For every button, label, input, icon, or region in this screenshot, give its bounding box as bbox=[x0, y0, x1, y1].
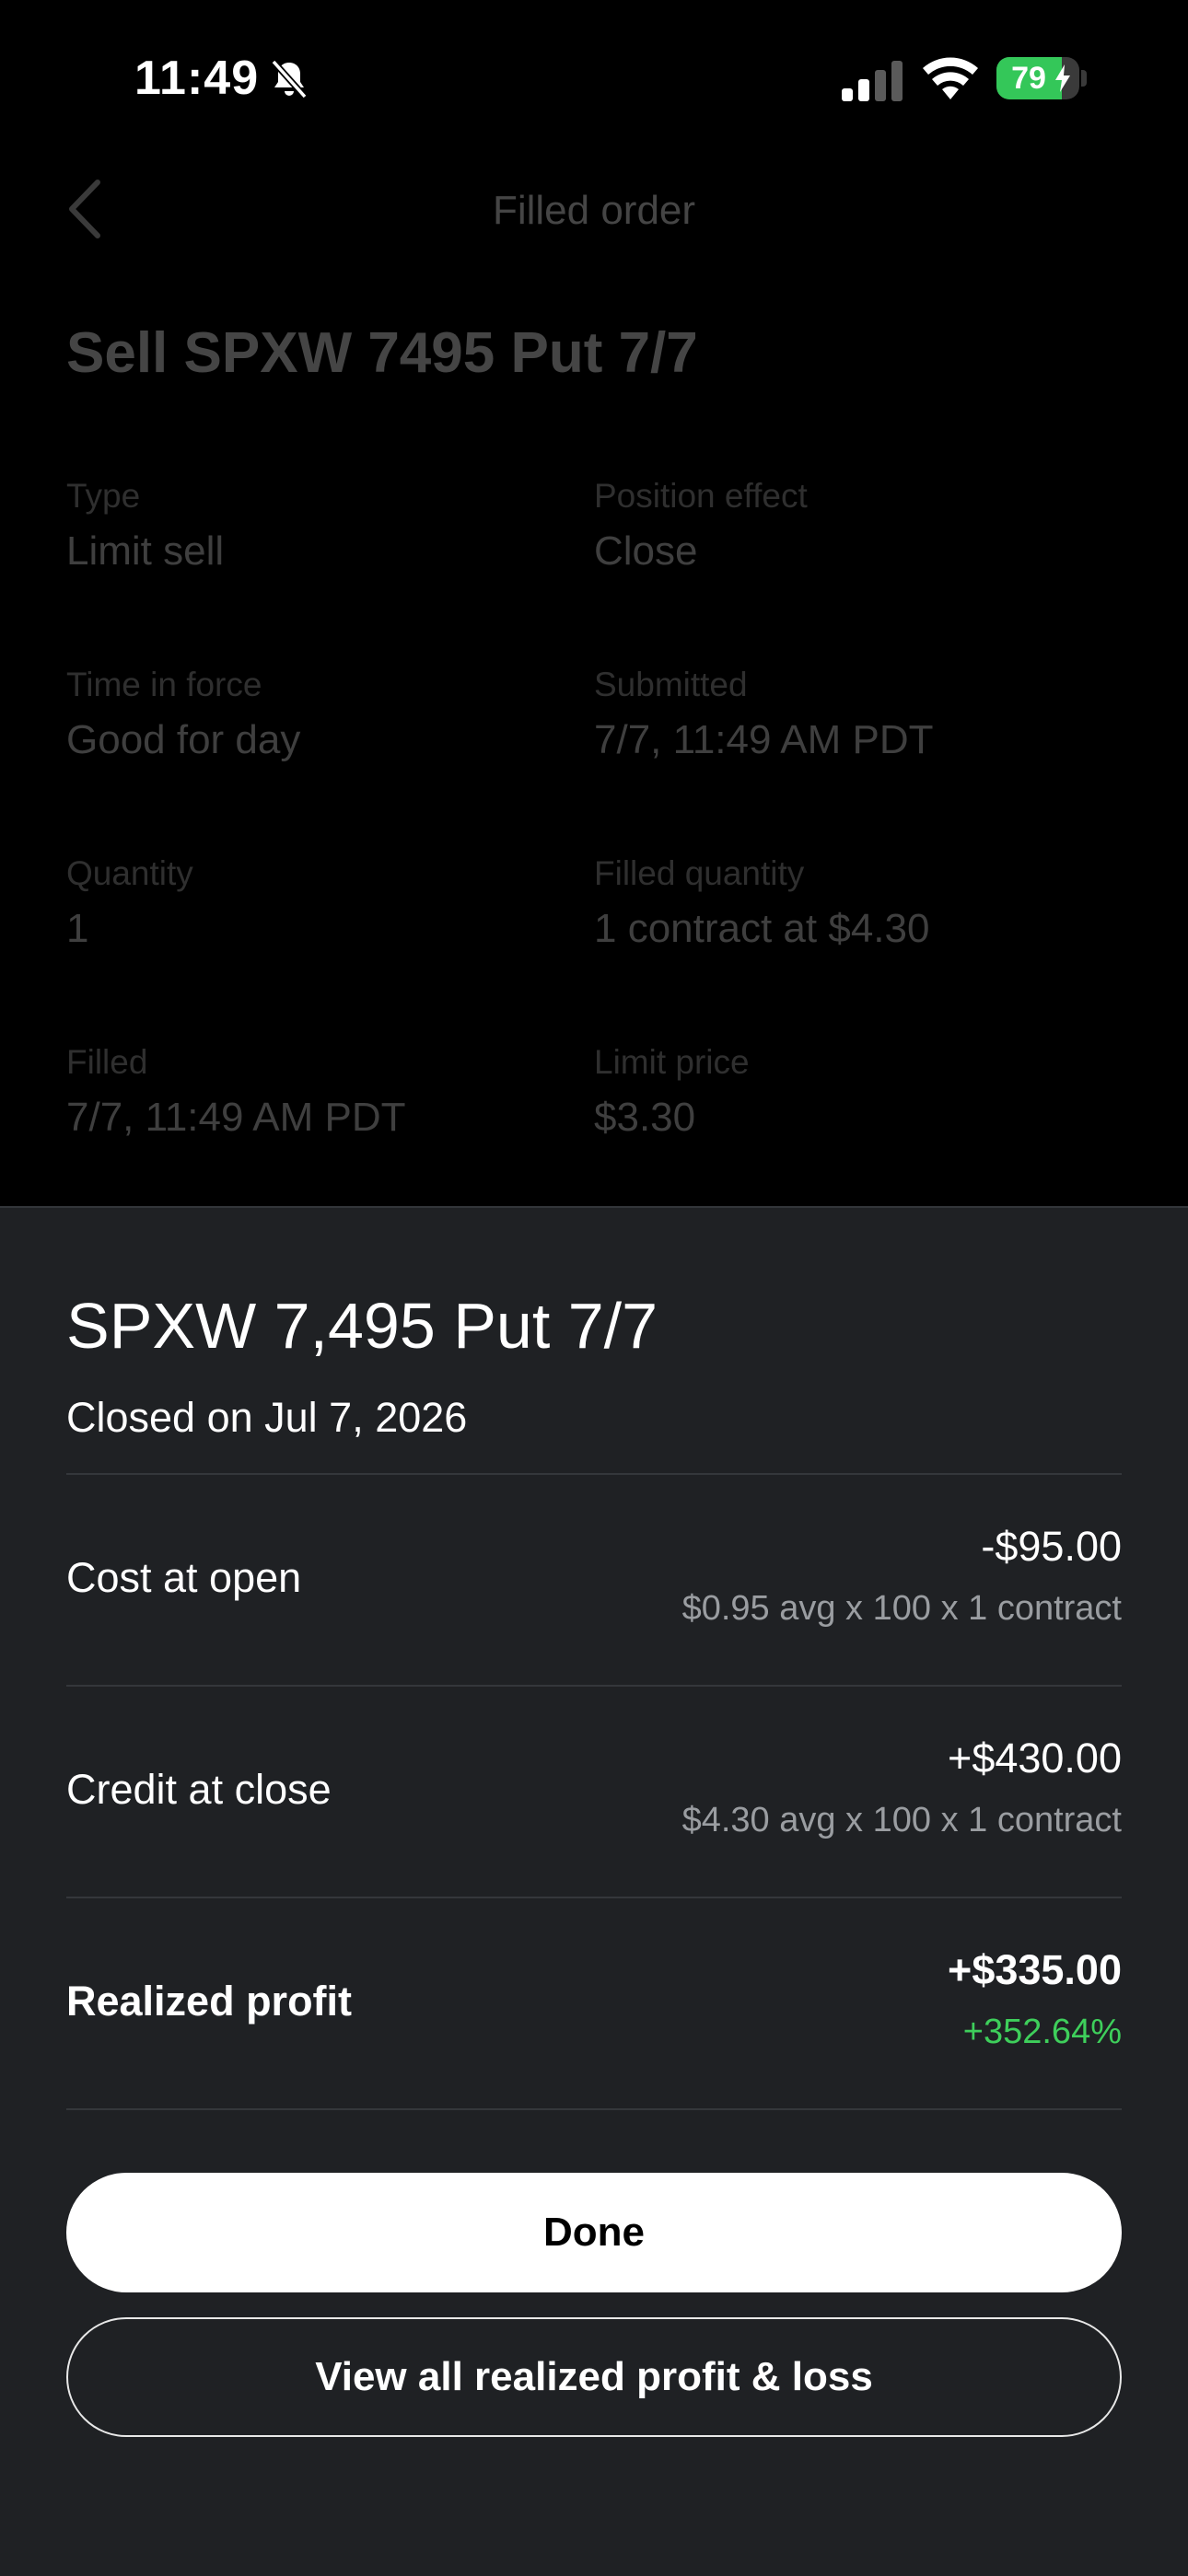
order-title: Sell SPXW 7495 Put 7/7 bbox=[66, 321, 698, 385]
row-label: Cost at open bbox=[66, 1554, 302, 1601]
field-label: Limit price bbox=[594, 1043, 750, 1081]
field-value: 1 contract at $4.30 bbox=[594, 906, 930, 951]
divider bbox=[66, 2108, 1122, 2110]
signal-icon bbox=[842, 61, 903, 101]
field-quantity: Quantity 1 bbox=[66, 854, 582, 952]
field-filled: Filled 7/7, 11:49 AM PDT bbox=[66, 1043, 582, 1141]
field-type: Type Limit sell bbox=[66, 477, 582, 574]
field-label: Type bbox=[66, 477, 141, 515]
done-button[interactable]: Done bbox=[66, 2173, 1122, 2292]
credit-at-close-row: Credit at close +$430.00 $4.30 avg x 100… bbox=[66, 1687, 1122, 1897]
battery-percentage: 79 bbox=[1011, 61, 1046, 96]
field-label: Filled bbox=[66, 1043, 148, 1081]
field-value: Limit sell bbox=[66, 528, 225, 574]
field-filled-quantity: Filled quantity 1 contract at $4.30 bbox=[594, 854, 1110, 952]
field-limit-price: Limit price $3.30 bbox=[594, 1043, 1110, 1141]
charging-bolt-icon bbox=[1055, 64, 1070, 92]
bell-slash-icon bbox=[271, 59, 308, 99]
profit-percentage: +352.64% bbox=[962, 2013, 1122, 2051]
field-value: 7/7, 11:49 AM PDT bbox=[594, 717, 934, 762]
status-bar: 11:49 79 bbox=[0, 0, 1188, 157]
field-submitted: Submitted 7/7, 11:49 AM PDT bbox=[594, 666, 1110, 763]
row-value: +$430.00 bbox=[948, 1735, 1122, 1781]
sheet-title: SPXW 7,495 Put 7/7 bbox=[66, 1290, 658, 1362]
nav-title: Filled order bbox=[492, 188, 696, 233]
field-label: Position effect bbox=[594, 477, 808, 515]
battery-icon: 79 bbox=[996, 57, 1079, 99]
field-label: Time in force bbox=[66, 666, 262, 703]
realized-profit-row: Realized profit +$335.00 +352.64% bbox=[66, 1898, 1122, 2108]
field-value: 1 bbox=[66, 906, 89, 951]
field-value: Close bbox=[594, 528, 698, 574]
field-label: Filled quantity bbox=[594, 854, 805, 892]
row-value: +$335.00 bbox=[948, 1946, 1122, 1993]
closed-date: Closed on Jul 7, 2026 bbox=[66, 1394, 468, 1441]
field-value: 7/7, 11:49 AM PDT bbox=[66, 1095, 406, 1140]
field-label: Quantity bbox=[66, 854, 193, 892]
filled-order-screen: Filled order Sell SPXW 7495 Put 7/7 Type… bbox=[0, 157, 1188, 1206]
wifi-icon bbox=[923, 57, 978, 99]
field-value: $3.30 bbox=[594, 1095, 696, 1140]
cost-at-open-row: Cost at open -$95.00 $0.95 avg x 100 x 1… bbox=[66, 1475, 1122, 1685]
field-time-in-force: Time in force Good for day bbox=[66, 666, 582, 763]
status-time: 11:49 bbox=[134, 52, 260, 105]
realized-pl-sheet: SPXW 7,495 Put 7/7 Closed on Jul 7, 2026… bbox=[0, 1206, 1188, 2576]
view-all-realized-pl-button[interactable]: View all realized profit & loss bbox=[66, 2317, 1122, 2437]
field-position-effect: Position effect Close bbox=[594, 477, 1110, 574]
row-value: -$95.00 bbox=[981, 1523, 1122, 1570]
row-label: Credit at close bbox=[66, 1766, 332, 1813]
row-label: Realized profit bbox=[66, 1978, 353, 2025]
row-detail: $0.95 avg x 100 x 1 contract bbox=[681, 1589, 1122, 1628]
field-value: Good for day bbox=[66, 717, 301, 762]
row-detail: $4.30 avg x 100 x 1 contract bbox=[681, 1801, 1122, 1839]
field-label: Submitted bbox=[594, 666, 748, 703]
battery-nub bbox=[1081, 70, 1087, 87]
